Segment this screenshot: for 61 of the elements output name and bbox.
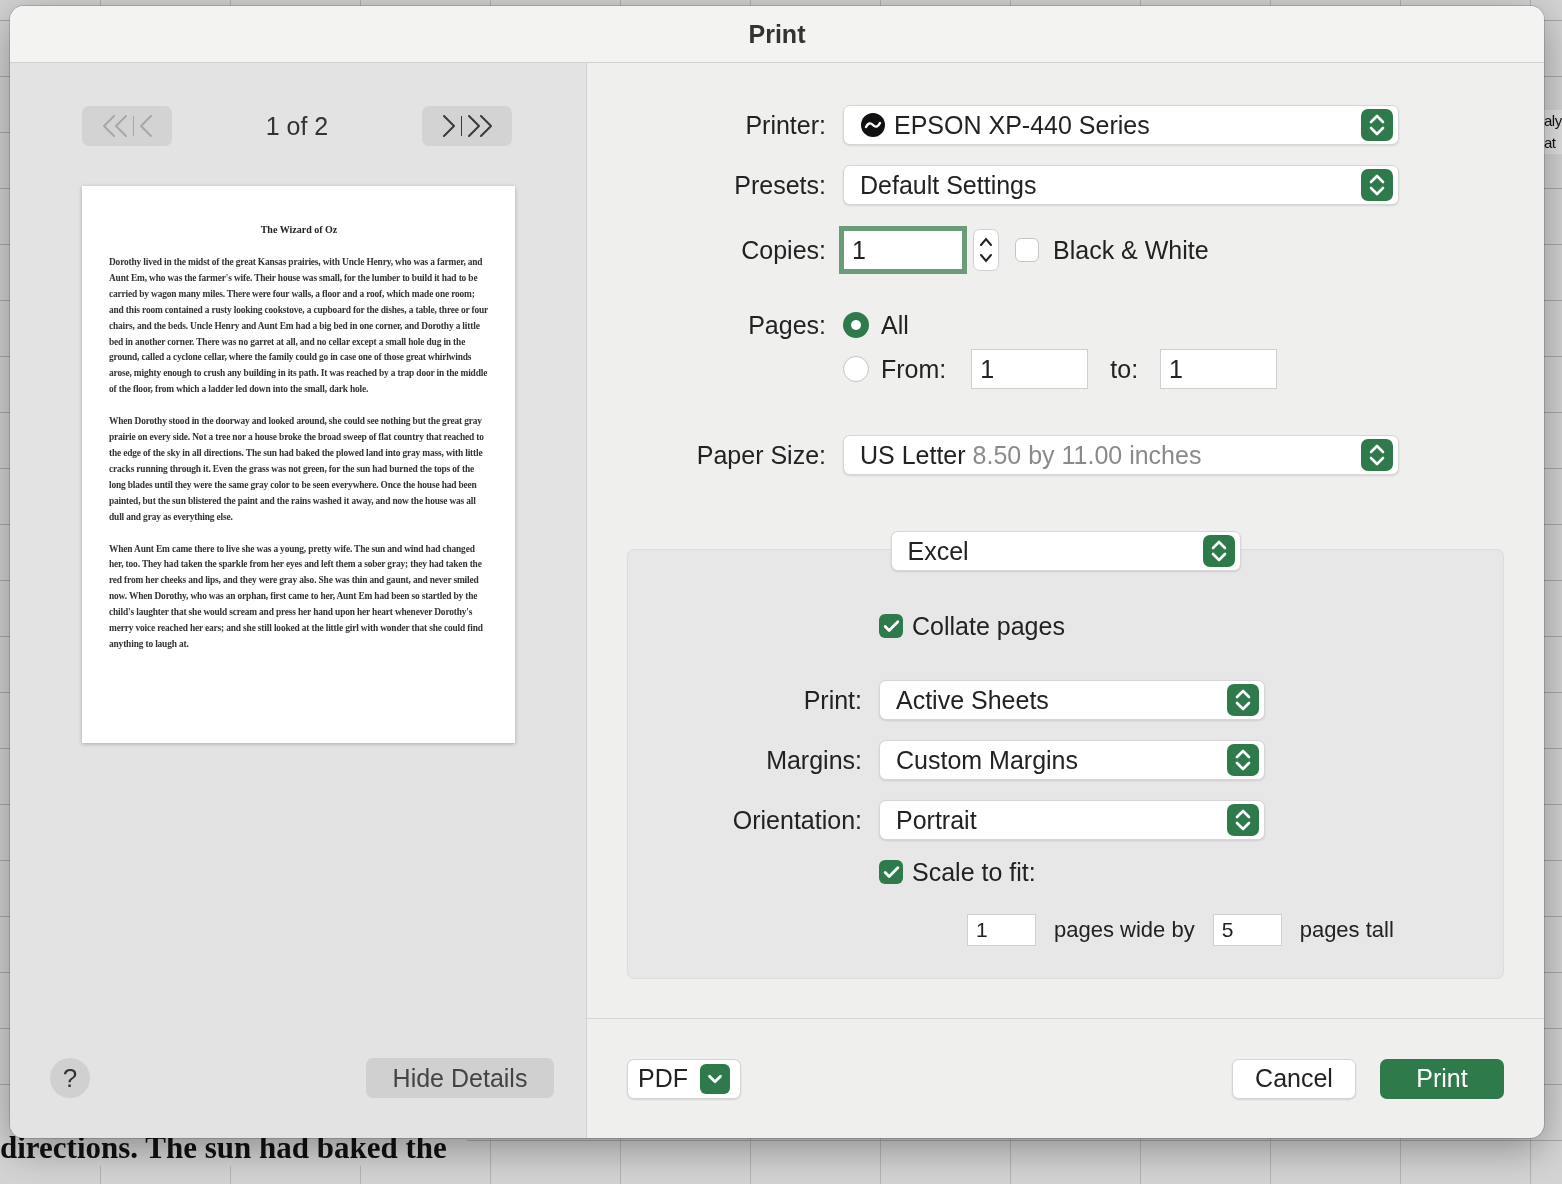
stepper-icon bbox=[1227, 804, 1259, 836]
field-label: Copies: bbox=[740, 235, 826, 265]
paragraph: When Dorothy stood in the doorway and looked around, she could see nothing but the great gray prairie on every side. Not a tree nor a house broke the broad sweep of flat country that reached to the edge of the sky in all directions. The sun had baked the plowed land into gray mass, with little cracks running through it. Even the grass was not green, for the sun had burned the tops of the long blades until they were the same gray color to be seen everywhere. Once the house had been painted, but the sun blistered the paint and the rains washed it away, and now the house was all dull and gray as everything else. bbox=[109, 415, 485, 524]
option-popup[interactable]: Active Sheets bbox=[879, 680, 1265, 720]
paragraph: When Aunt Em came there to live she was a young, pretty wife. The sun and wind had changed her, too. They had taken the sparkle from her eyes and left them a sober gray; they had taken the red from her cheeks and lips, and they were gray also. She was thin and gaunt, and never smiled now. When Dorothy, who was an orphan, first came to her, Aunt Em had been so startled by the child's laughter that she would scream and press her hand upon her heart whenever Dorothy's merry voice reached her ears; and she still looked at the little girl with wonder that she could find anything to laugh at. bbox=[109, 542, 484, 651]
checkbox-label: Black & White bbox=[1053, 235, 1209, 265]
page-title: The Wizard of Oz bbox=[259, 224, 339, 235]
field-label: pages wide by bbox=[1054, 917, 1195, 943]
option-popup[interactable]: Portrait bbox=[879, 800, 1265, 840]
to-field[interactable]: 1 bbox=[1160, 349, 1278, 389]
page-nav-button[interactable] bbox=[422, 106, 512, 146]
pages-wide-field[interactable]: 1 bbox=[967, 914, 1036, 946]
stepper-icon bbox=[1227, 744, 1259, 776]
pages-tall-field[interactable]: 5 bbox=[1212, 914, 1282, 946]
stepper-icon bbox=[1361, 439, 1393, 471]
field-label: Orientation: bbox=[731, 805, 862, 835]
field-label: Pages: bbox=[747, 310, 826, 340]
ribbon-label: at bbox=[1544, 133, 1557, 153]
field-label: Print: bbox=[802, 685, 862, 715]
paragraph: Dorothy lived in the midst of the great Kansas prairies, with Uncle Henry, who was a farmer, and Aunt Em, who was the farmer's wife. Their house was small, for the lumber to build it had to be carried by wagon many miles. There were four walls, a floor and a roof, which made one room; and this room contained a rusty looking cookstove, a cupboard for the dishes, a table, three or four chairs, and the beds. Uncle Henry and Aunt Em had a big bed in one corner, and Dorothy a little bed in another corner. There was no garret at all, and no cellar except a small hole dug in the ground, called a cyclone cellar, where the family could go in case one of those great whirlwinds arose, mighty enough to crush any building in its path. It was reached by a trap door in the middle of the floor, from which a ladder led down into the small, dark hole. bbox=[109, 256, 489, 397]
double-chevron-right-icon bbox=[467, 115, 492, 137]
chevron-left-icon bbox=[139, 115, 152, 137]
checkbox[interactable] bbox=[1015, 238, 1039, 262]
stepper-icon bbox=[1202, 535, 1235, 567]
stepper-icon bbox=[1361, 109, 1393, 141]
chevron-right-icon bbox=[442, 115, 455, 137]
radio-label: All bbox=[881, 310, 909, 340]
copies-field[interactable]: 1 bbox=[843, 230, 963, 270]
radio-button[interactable] bbox=[843, 356, 869, 382]
window-title: Print bbox=[748, 19, 806, 49]
pdf-menu-button[interactable]: PDF bbox=[627, 1058, 741, 1099]
presets-popup[interactable]: Default Settings bbox=[843, 165, 1399, 205]
checkbox[interactable] bbox=[879, 614, 903, 638]
field-label: Margins: bbox=[765, 745, 862, 775]
checkbox-label: Scale to fit: bbox=[912, 857, 1036, 887]
radio-label: From: bbox=[881, 354, 947, 384]
print-button[interactable]: Print bbox=[1380, 1058, 1504, 1099]
printer-popup[interactable]: EPSON XP-440 Series bbox=[843, 105, 1399, 145]
field-label: pages tall bbox=[1299, 917, 1394, 943]
paper-size-popup[interactable]: US Letter 8.50 by 11.00 inches bbox=[843, 435, 1399, 475]
checkbox-label: Collate pages bbox=[912, 611, 1065, 641]
cancel-button[interactable]: Cancel bbox=[1232, 1058, 1356, 1099]
ribbon-label: aly bbox=[1544, 111, 1562, 131]
option-popup[interactable]: Custom Margins bbox=[879, 740, 1265, 780]
checkbox[interactable] bbox=[879, 860, 903, 884]
double-chevron-left-icon bbox=[102, 115, 127, 137]
page-indicator: 1 of 2 bbox=[265, 111, 329, 141]
field-label: Printer: bbox=[744, 110, 826, 140]
stepper-icon[interactable] bbox=[973, 229, 999, 271]
stepper-icon bbox=[1227, 684, 1259, 716]
stepper-icon bbox=[1361, 169, 1393, 201]
from-field[interactable]: 1 bbox=[971, 349, 1089, 389]
field-label: Presets: bbox=[733, 170, 826, 200]
radio-button[interactable] bbox=[843, 312, 869, 338]
printer-status-icon bbox=[860, 112, 886, 138]
field-label: to: bbox=[1110, 354, 1139, 384]
help-button[interactable]: ? bbox=[50, 1058, 90, 1098]
field-label: Paper Size: bbox=[695, 440, 826, 470]
app-options-popup[interactable]: Excel bbox=[890, 531, 1241, 571]
hide-details-button[interactable]: Hide Details bbox=[366, 1058, 554, 1098]
chevron-down-icon bbox=[700, 1063, 730, 1094]
